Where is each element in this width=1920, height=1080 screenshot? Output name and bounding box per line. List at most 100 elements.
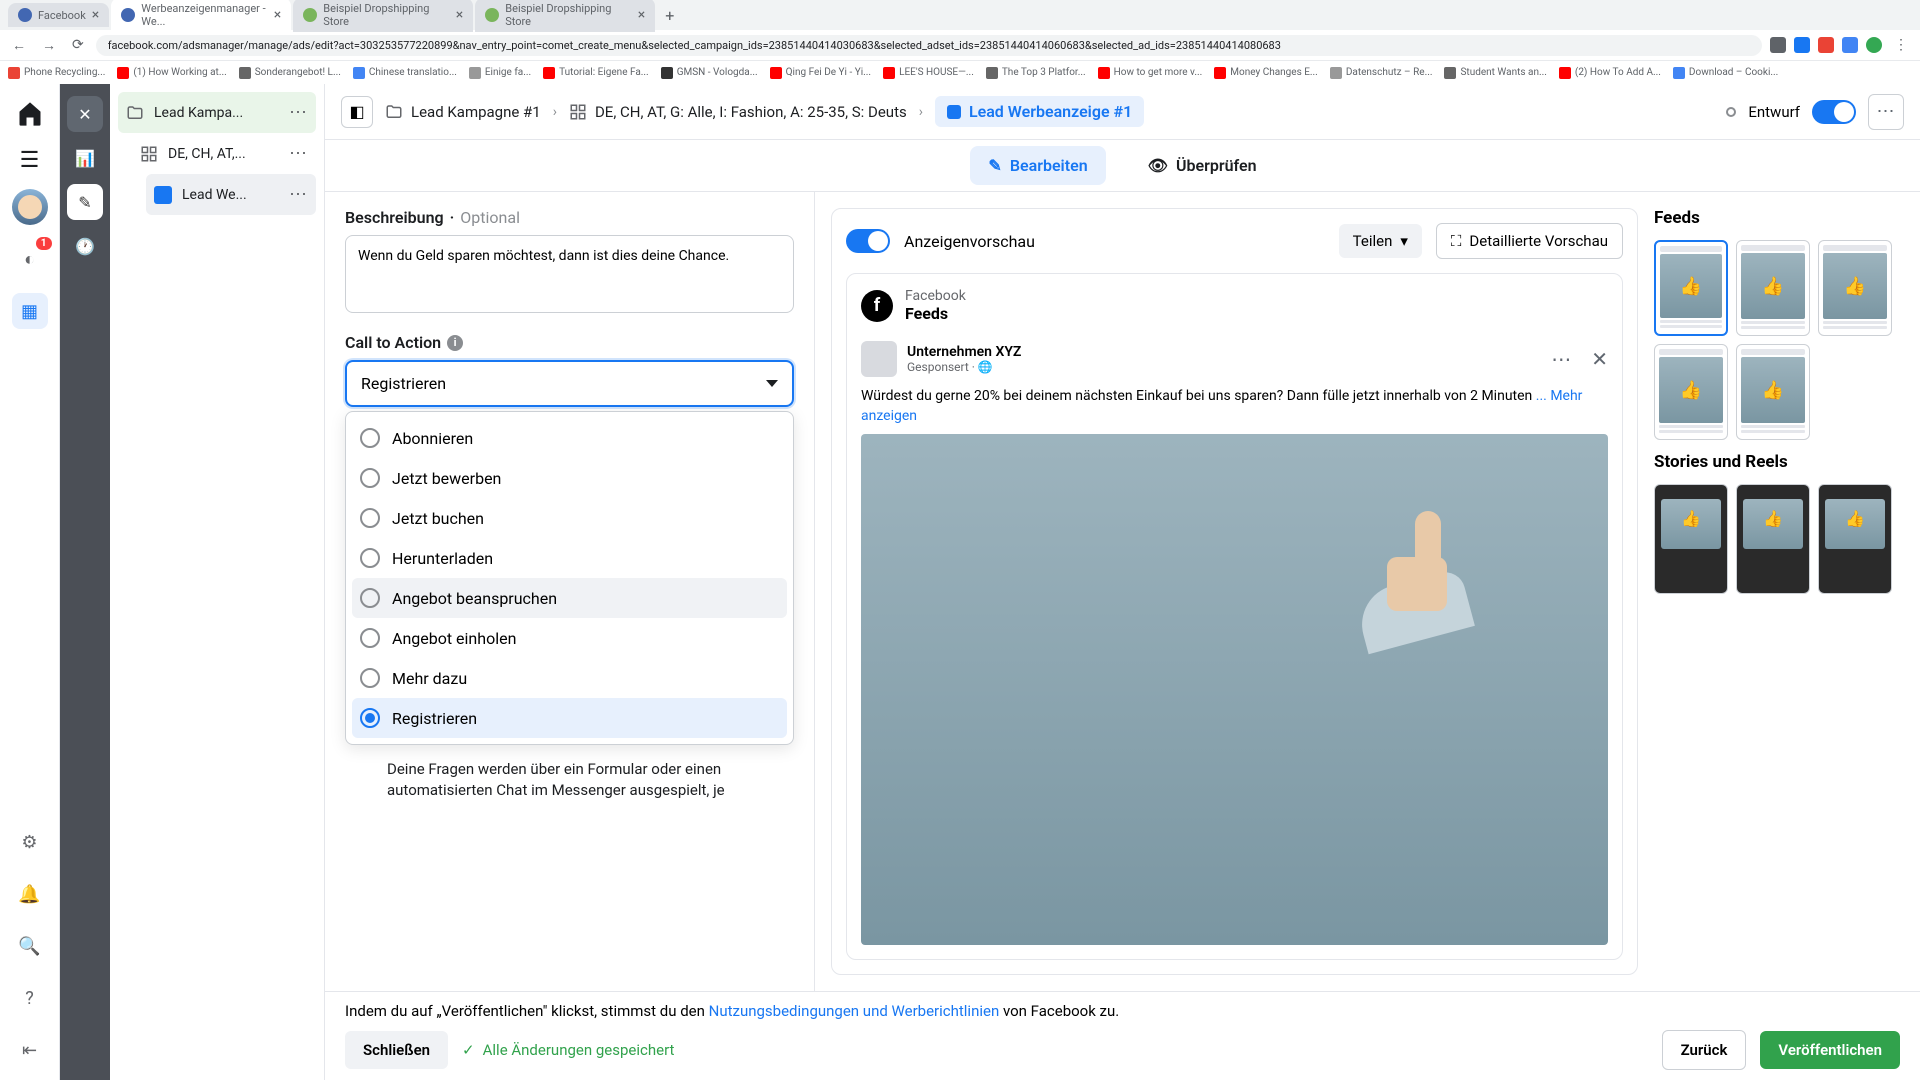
more-icon[interactable]: ⋯ bbox=[289, 102, 308, 123]
shortcuts-icon[interactable]: ◐ 1 bbox=[12, 241, 48, 277]
caret-down-icon bbox=[766, 380, 778, 387]
bookmark[interactable]: Sonderangebot! L... bbox=[239, 67, 341, 79]
close-icon[interactable]: ✕ bbox=[1591, 347, 1608, 371]
menu-icon[interactable]: ⋮ bbox=[1890, 37, 1912, 53]
cta-option[interactable]: Jetzt buchen bbox=[352, 498, 787, 538]
extension-icon[interactable] bbox=[1770, 37, 1786, 53]
bookmark[interactable]: Download – Cooki... bbox=[1673, 67, 1778, 79]
extension-icon[interactable] bbox=[1794, 37, 1810, 53]
feeds-heading: Feeds bbox=[1654, 208, 1904, 228]
bookmark[interactable]: Tutorial: Eigene Fa... bbox=[543, 67, 649, 79]
close-button[interactable]: Schließen bbox=[345, 1031, 448, 1069]
browser-tab[interactable]: Beispiel Dropshipping Store× bbox=[475, 0, 655, 32]
description-input[interactable]: Wenn du Geld sparen möchtest, dann ist d… bbox=[345, 235, 794, 313]
close-icon[interactable]: × bbox=[274, 7, 281, 23]
cta-option[interactable]: Abonnieren bbox=[352, 418, 787, 458]
tree-ad[interactable]: Lead We... ⋯ bbox=[146, 174, 316, 215]
more-button[interactable]: ⋯ bbox=[1868, 94, 1904, 130]
close-button[interactable]: ✕ bbox=[67, 96, 103, 132]
crumb-campaign[interactable]: Lead Kampagne #1 bbox=[385, 103, 541, 121]
gear-icon[interactable]: ⚙ bbox=[12, 824, 48, 860]
bookmark[interactable]: Chinese translatio... bbox=[353, 67, 457, 79]
placement-thumb[interactable] bbox=[1736, 344, 1810, 440]
tab-edit[interactable]: ✎ Bearbeiten bbox=[970, 146, 1105, 185]
close-icon[interactable]: × bbox=[638, 7, 645, 23]
share-button[interactable]: Teilen▾ bbox=[1339, 224, 1422, 258]
tree-campaign[interactable]: Lead Kampa... ⋯ bbox=[118, 92, 316, 133]
back-button[interactable]: Zurück bbox=[1662, 1030, 1747, 1070]
new-tab-button[interactable]: + bbox=[657, 6, 682, 25]
extension-icon[interactable] bbox=[1818, 37, 1834, 53]
crumb-ad[interactable]: Lead Werbeanzeige #1 bbox=[935, 96, 1144, 127]
home-icon[interactable] bbox=[12, 96, 48, 132]
bookmark[interactable]: How to get more v... bbox=[1098, 67, 1203, 79]
back-icon[interactable]: ← bbox=[8, 37, 30, 54]
cta-option[interactable]: Angebot einholen bbox=[352, 618, 787, 658]
bookmark[interactable]: Student Wants an... bbox=[1444, 67, 1546, 79]
placement-thumb[interactable] bbox=[1654, 344, 1728, 440]
preview-toggle[interactable] bbox=[846, 229, 890, 253]
more-icon[interactable]: ⋯ bbox=[1551, 347, 1573, 371]
placement-thumb[interactable] bbox=[1736, 484, 1810, 594]
close-icon[interactable]: × bbox=[92, 7, 99, 23]
avatar[interactable] bbox=[12, 189, 48, 225]
folder-icon bbox=[126, 104, 144, 122]
entity-tree: Lead Kampa... ⋯ DE, CH, AT,... ⋯ Lead We… bbox=[110, 84, 325, 1080]
check-icon: ✓ bbox=[462, 1041, 475, 1059]
bookmark[interactable]: The Top 3 Platfor... bbox=[986, 67, 1086, 79]
bookmarks-bar: Phone Recycling... (1) How Working at...… bbox=[0, 60, 1920, 84]
cta-option[interactable]: Herunterladen bbox=[352, 538, 787, 578]
close-icon[interactable]: × bbox=[456, 7, 463, 23]
placement-thumb[interactable] bbox=[1654, 240, 1728, 336]
placement-thumb[interactable] bbox=[1818, 484, 1892, 594]
advertiser-avatar bbox=[861, 341, 897, 377]
cta-option[interactable]: Angebot beanspruchen bbox=[352, 578, 787, 618]
bookmark[interactable]: Phone Recycling... bbox=[8, 67, 105, 79]
detailed-preview-button[interactable]: ⛶Detaillierte Vorschau bbox=[1436, 223, 1623, 259]
bell-icon[interactable]: 🔔 bbox=[12, 876, 48, 912]
folder-icon bbox=[385, 103, 403, 121]
placement-thumb[interactable] bbox=[1818, 240, 1892, 336]
more-icon[interactable]: ⋯ bbox=[289, 143, 308, 164]
bookmark[interactable]: (2) How To Add A... bbox=[1559, 67, 1661, 79]
bookmark[interactable]: (1) How Working at... bbox=[117, 67, 226, 79]
panel-toggle-icon[interactable]: ◧ bbox=[341, 96, 373, 128]
placement-thumb[interactable] bbox=[1736, 240, 1810, 336]
cta-select[interactable]: Registrieren bbox=[345, 360, 794, 407]
profile-icon[interactable] bbox=[1866, 37, 1882, 53]
extension-icon[interactable] bbox=[1842, 37, 1858, 53]
more-icon[interactable]: ⋯ bbox=[289, 184, 308, 205]
tree-adset[interactable]: DE, CH, AT,... ⋯ bbox=[132, 133, 316, 174]
browser-tab[interactable]: Facebook× bbox=[8, 3, 109, 27]
collapse-icon[interactable]: ⇤ bbox=[12, 1032, 48, 1068]
ads-manager-icon[interactable]: ▦ bbox=[12, 293, 48, 329]
search-icon[interactable]: 🔍 bbox=[12, 928, 48, 964]
help-icon[interactable]: ? bbox=[12, 980, 48, 1016]
cta-option[interactable]: Jetzt bewerben bbox=[352, 458, 787, 498]
placement-thumb[interactable] bbox=[1654, 484, 1728, 594]
bookmark[interactable]: Datenschutz – Re... bbox=[1330, 67, 1433, 79]
cta-option[interactable]: Registrieren bbox=[352, 698, 787, 738]
forward-icon[interactable]: → bbox=[38, 37, 60, 54]
tab-review[interactable]: 👁 Überprüfen bbox=[1130, 146, 1275, 185]
pencil-icon[interactable]: ✎ bbox=[67, 184, 103, 220]
menu-icon[interactable]: ☰ bbox=[20, 148, 40, 173]
reload-icon[interactable]: ⟳ bbox=[68, 37, 88, 53]
bookmark[interactable]: Qing Fei De Yi - Yi... bbox=[770, 67, 871, 79]
url-input[interactable]: facebook.com/adsmanager/manage/ads/edit?… bbox=[96, 35, 1762, 56]
terms-link[interactable]: Nutzungsbedingungen und Werberichtlinien bbox=[709, 1002, 1000, 1020]
bookmark[interactable]: Einige fa... bbox=[469, 67, 531, 79]
bookmark[interactable]: Money Changes E... bbox=[1214, 67, 1318, 79]
info-icon[interactable]: i bbox=[447, 335, 463, 351]
browser-tab[interactable]: Werbeanzeigenmanager - We...× bbox=[111, 0, 291, 32]
status-toggle[interactable] bbox=[1812, 100, 1856, 124]
publish-button[interactable]: Veröffentlichen bbox=[1760, 1031, 1900, 1069]
clock-icon[interactable]: 🕐 bbox=[67, 228, 103, 264]
cta-dropdown: Abonnieren Jetzt bewerben Jetzt buchen H… bbox=[345, 411, 794, 745]
browser-tab[interactable]: Beispiel Dropshipping Store× bbox=[293, 0, 473, 32]
bookmark[interactable]: LEE'S HOUSE—... bbox=[883, 67, 974, 79]
chart-icon[interactable]: 📊 bbox=[67, 140, 103, 176]
cta-option[interactable]: Mehr dazu bbox=[352, 658, 787, 698]
crumb-adset[interactable]: DE, CH, AT, G: Alle, I: Fashion, A: 25-3… bbox=[569, 103, 907, 121]
bookmark[interactable]: GMSN - Vologda... bbox=[661, 67, 758, 79]
